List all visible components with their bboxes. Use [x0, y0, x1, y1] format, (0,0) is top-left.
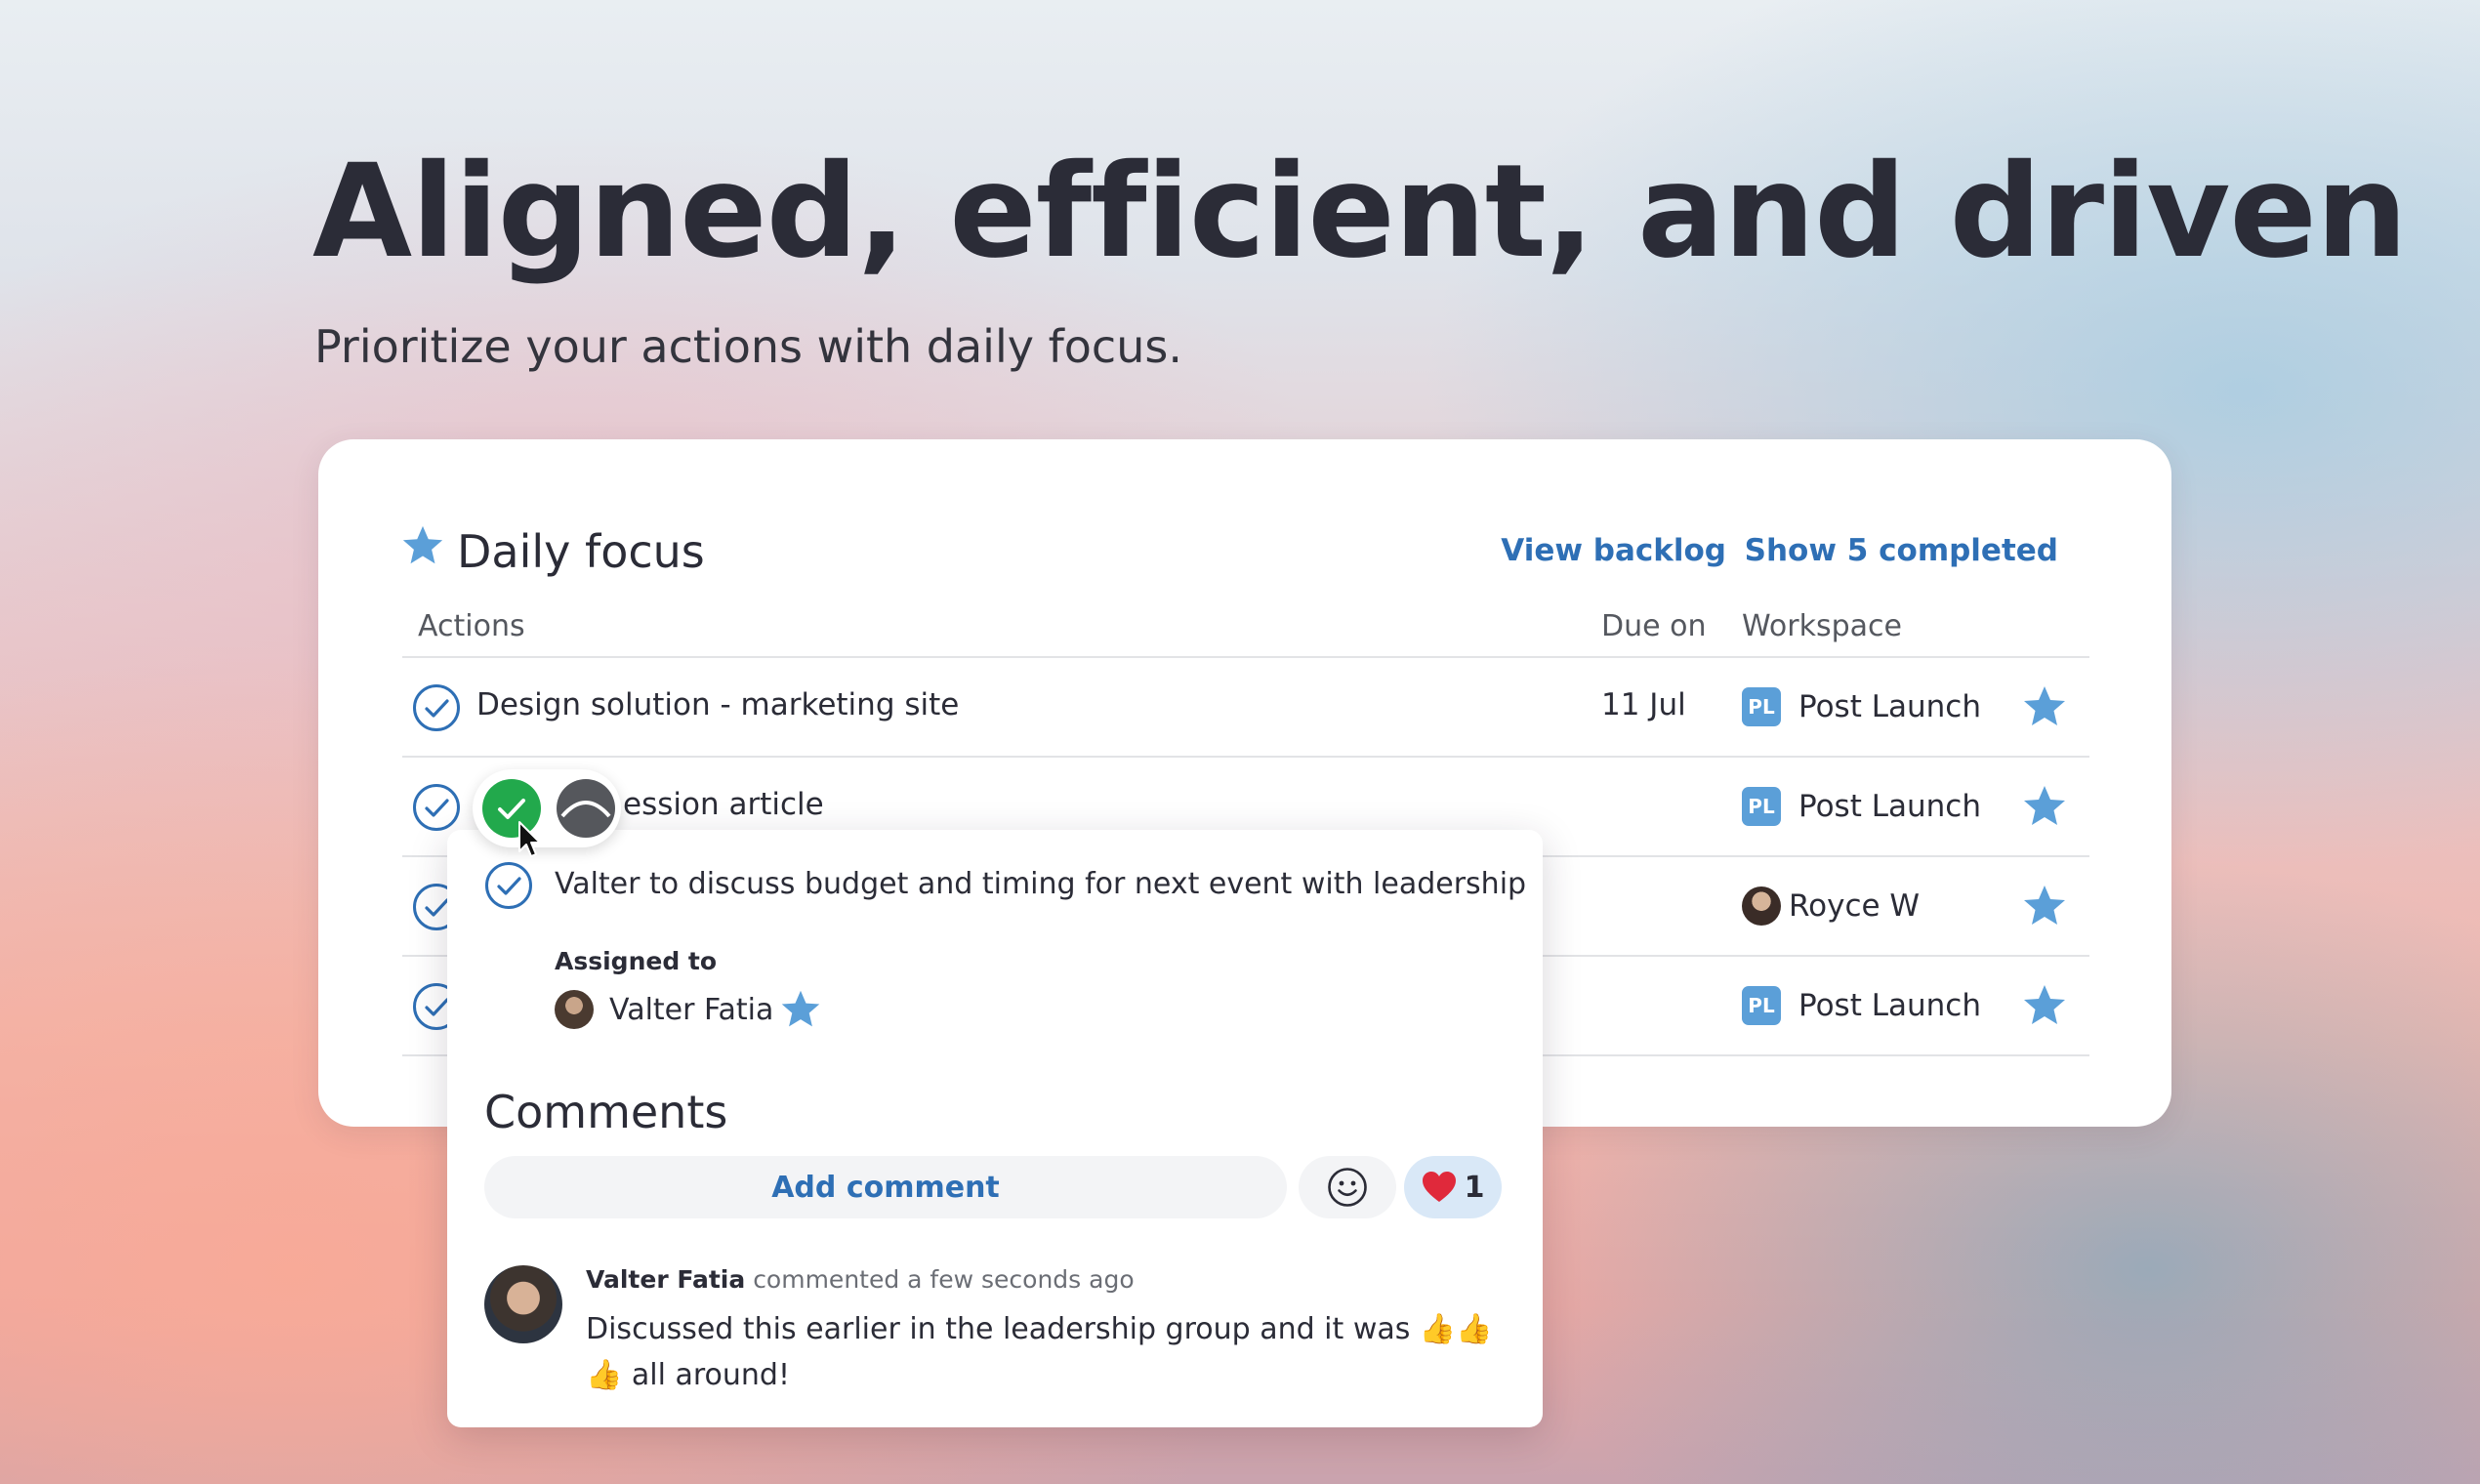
card-title: Daily focus [457, 525, 705, 578]
workspace-cell[interactable]: Royce W [1742, 885, 1920, 928]
star-icon [782, 990, 820, 1027]
card-header: Daily focus View backlog Show 5 complete… [400, 519, 2058, 588]
cursor-icon [518, 821, 541, 857]
action-detail-popup: Valter to discuss budget and timing for … [447, 830, 1543, 1427]
show-completed-link[interactable]: Show 5 completed [1745, 533, 2058, 568]
half-circle-icon [560, 801, 611, 818]
table-row[interactable]: Design solution - marketing site 11 Jul … [402, 658, 2089, 758]
column-actions: Actions [418, 609, 525, 643]
heart-icon [1422, 1172, 1456, 1202]
workspace-badge: PL [1742, 787, 1781, 826]
workspace-name: Post Launch [1798, 789, 1981, 824]
avatar [1742, 886, 1781, 926]
check-circle-icon[interactable] [484, 861, 533, 910]
action-detail-title: Valter to discuss budget and timing for … [555, 867, 1527, 901]
heart-reaction[interactable]: 1 [1404, 1156, 1502, 1218]
hero-subtitle: Prioritize your actions with daily focus… [314, 320, 1182, 373]
avatar [555, 990, 594, 1029]
star-icon[interactable] [2021, 883, 2068, 929]
workspace-badge: PL [1742, 986, 1781, 1025]
column-workspace: Workspace [1742, 609, 1902, 643]
add-reaction-button[interactable] [1299, 1156, 1396, 1218]
avatar [484, 1265, 562, 1343]
action-title[interactable]: Design solution - marketing site [476, 687, 959, 722]
assigned-label: Assigned to [555, 947, 718, 975]
check-circle-icon[interactable] [412, 683, 461, 732]
add-comment-button[interactable]: Add comment [484, 1156, 1287, 1218]
smiley-icon [1328, 1168, 1367, 1207]
workspace-cell[interactable]: PL Post Launch [1742, 785, 1981, 828]
check-circle-icon[interactable] [412, 783, 461, 832]
workspace-cell[interactable]: PL Post Launch [1742, 984, 1981, 1027]
pause-button[interactable] [557, 779, 615, 838]
comment-meta: Valter Fatia commented a few seconds ago [586, 1265, 1135, 1294]
workspace-name: Post Launch [1798, 988, 1981, 1023]
workspace-cell[interactable]: PL Post Launch [1742, 685, 1981, 728]
view-backlog-link[interactable]: View backlog [1501, 533, 1726, 568]
status-picker [473, 769, 621, 847]
workspace-name: Post Launch [1798, 689, 1981, 724]
star-icon[interactable] [2021, 783, 2068, 830]
star-icon[interactable] [2021, 683, 2068, 730]
hero-title: Aligned, efficient, and driven [312, 137, 2408, 287]
assignee[interactable]: Valter Fatia [555, 988, 822, 1031]
comment-text: Discussed this earlier in the leadership… [586, 1312, 1493, 1392]
column-due: Due on [1601, 609, 1707, 643]
star-icon [402, 525, 443, 564]
action-title[interactable]: ession article [623, 787, 824, 822]
comments-title: Comments [484, 1086, 728, 1138]
due-date: 11 Jul [1601, 687, 1686, 722]
reaction-count: 1 [1464, 1170, 1485, 1205]
table-header: Actions Due on Workspace [402, 596, 2089, 658]
comment-author: Valter Fatia [586, 1265, 746, 1294]
comment-timestamp: commented a few seconds ago [753, 1265, 1135, 1294]
star-icon[interactable] [2021, 982, 2068, 1029]
workspace-name: Royce W [1789, 888, 1921, 924]
assignee-name: Valter Fatia [609, 992, 774, 1027]
workspace-badge: PL [1742, 687, 1781, 726]
